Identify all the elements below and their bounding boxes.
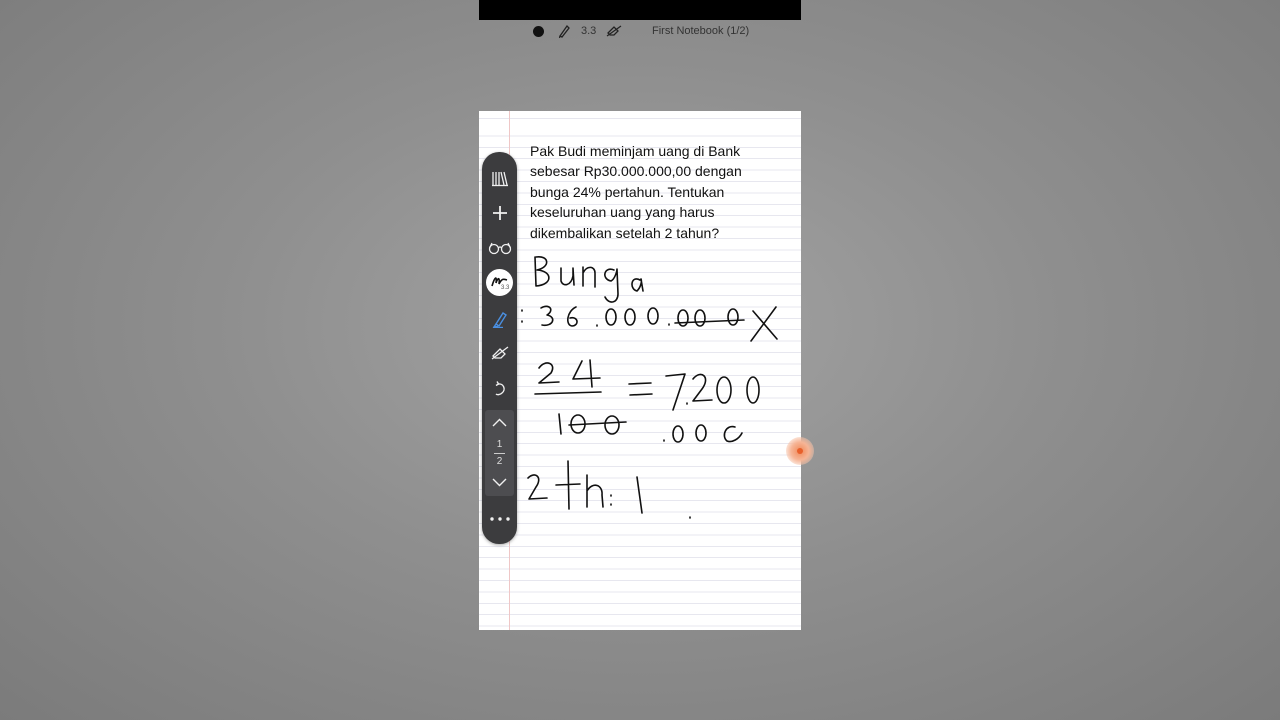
handwriting-canvas[interactable] — [479, 111, 801, 630]
page-divider — [494, 453, 505, 454]
add-page-button[interactable] — [482, 198, 517, 228]
library-icon — [491, 171, 508, 187]
chevron-down-icon[interactable] — [492, 478, 507, 487]
highlighter-button[interactable] — [482, 304, 517, 334]
status-bar — [479, 0, 801, 20]
top-toolbar: 3.3 First Notebook (1/2) — [479, 20, 801, 42]
scroll-handle[interactable] — [786, 437, 814, 465]
notebook-title: First Notebook (1/2) — [652, 25, 750, 37]
glasses-icon — [488, 242, 511, 255]
pen-size-badge: 3.3 — [501, 285, 510, 291]
highlighter-icon — [492, 312, 507, 328]
library-button[interactable] — [482, 163, 517, 193]
undo-button[interactable] — [482, 374, 517, 404]
more-icon — [489, 517, 510, 521]
page-total: 2 — [496, 456, 503, 467]
more-button[interactable] — [482, 504, 517, 534]
chevron-up-icon[interactable] — [492, 418, 507, 427]
pen-tool-button[interactable]: 3.3 — [486, 269, 513, 296]
scroll-handle-dot — [797, 448, 803, 454]
eraser-tool-icon — [491, 346, 508, 360]
eraser-button[interactable] — [482, 338, 517, 368]
phone-screen: 3.3 First Notebook (1/2) Pak Budi meminj… — [479, 0, 814, 720]
plus-icon — [492, 206, 507, 220]
pen-icon[interactable] — [556, 23, 572, 39]
eraser-icon[interactable] — [605, 23, 623, 39]
notebook-page[interactable]: Pak Budi meminjam uang di Bank sebesar R… — [479, 111, 801, 630]
side-toolbar: 3.3 1 2 — [482, 152, 517, 544]
page-navigator: 1 2 — [485, 410, 514, 496]
undo-icon — [495, 381, 505, 396]
pen-size-label: 3.3 — [581, 25, 597, 37]
page-current: 1 — [496, 439, 503, 450]
reading-mode-button[interactable] — [482, 233, 517, 263]
color-dot-icon[interactable] — [533, 26, 544, 37]
